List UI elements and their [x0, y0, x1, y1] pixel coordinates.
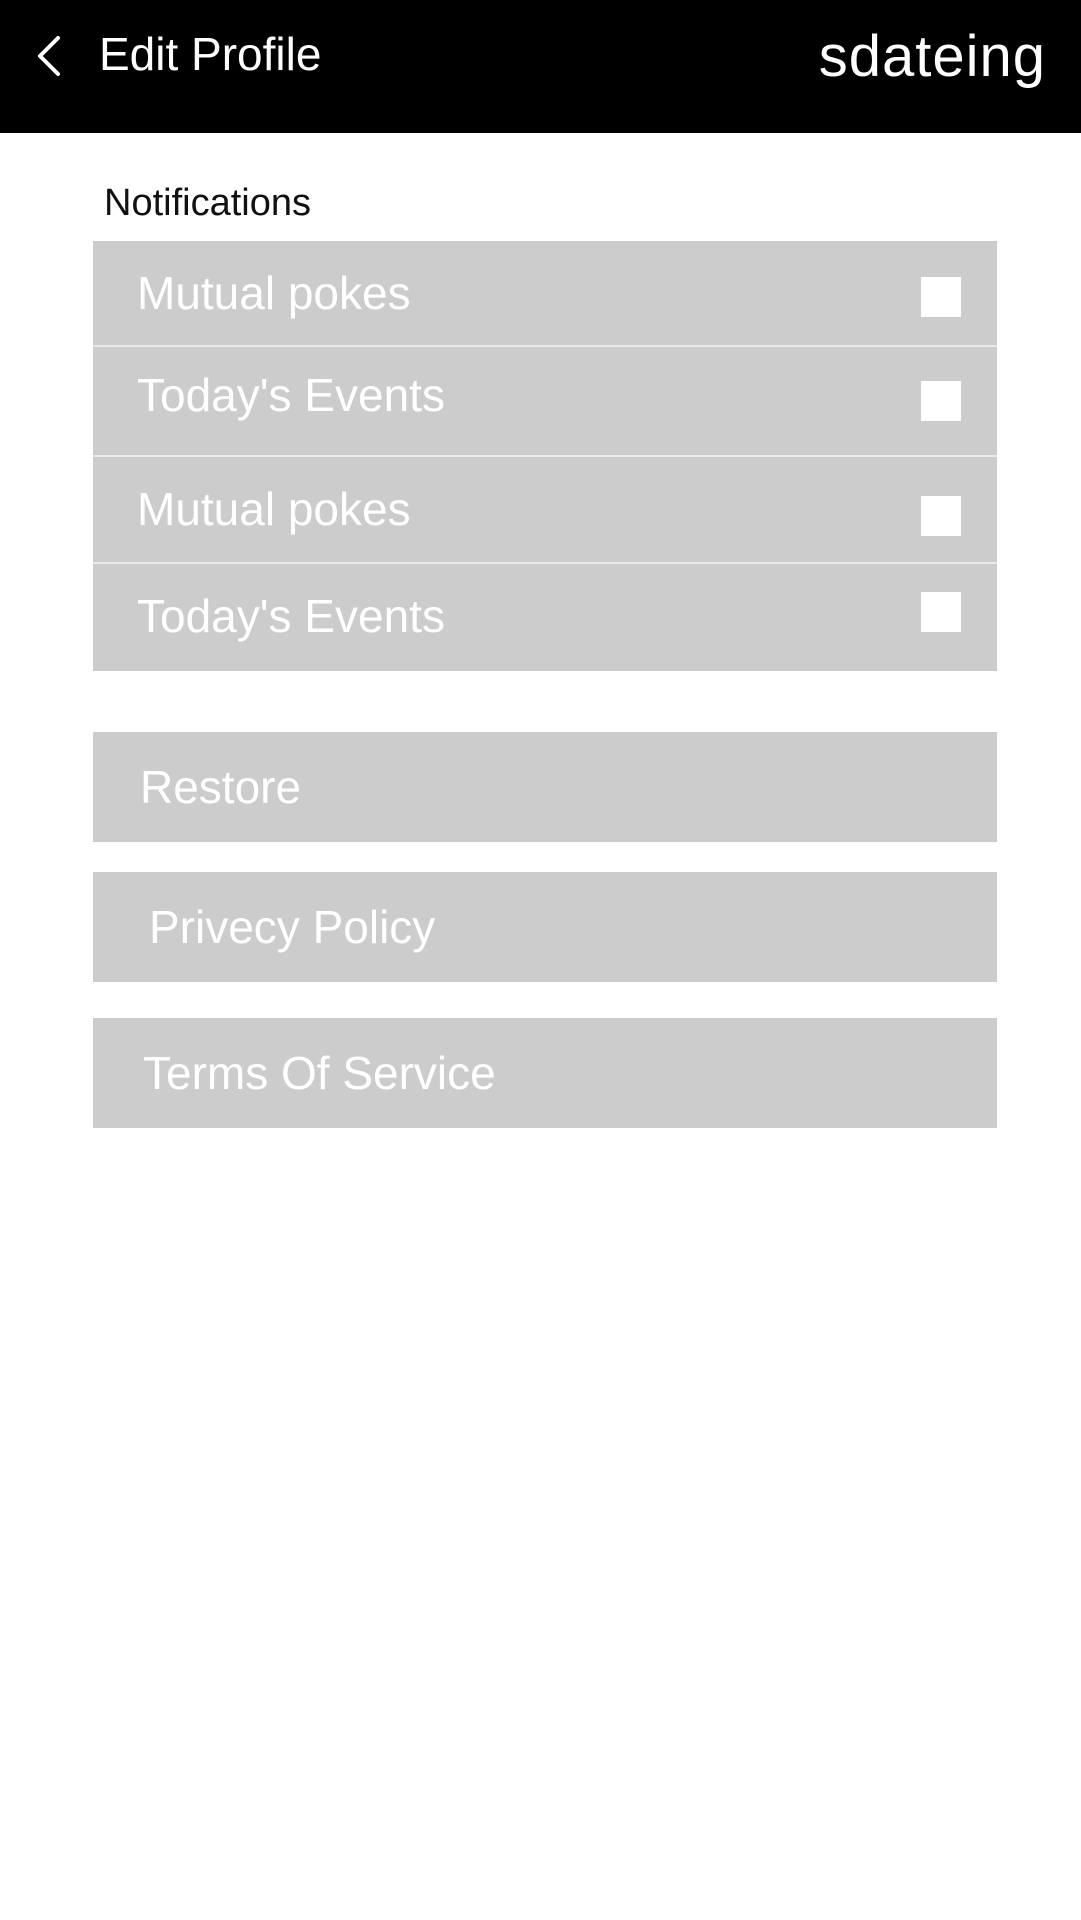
notification-item-label: Mutual pokes: [137, 483, 411, 535]
notification-item-label: Mutual pokes: [137, 267, 411, 319]
notification-item-todays-events[interactable]: Today's Events: [93, 564, 997, 671]
notification-item-label: Today's Events: [137, 369, 445, 421]
notification-item-todays-events[interactable]: Today's Events: [93, 347, 997, 455]
terms-of-service-button-label: Terms Of Service: [143, 1047, 496, 1099]
chevron-left-icon: [38, 36, 60, 76]
notification-item-mutual-pokes[interactable]: Mutual pokes: [93, 241, 997, 345]
back-button[interactable]: [22, 22, 82, 88]
restore-button-label: Restore: [140, 761, 302, 813]
notification-checkbox[interactable]: [921, 496, 961, 536]
notifications-group: Mutual pokes Today's Events Mutual pokes…: [93, 241, 997, 671]
notifications-section-label: Notifications: [104, 182, 311, 224]
privacy-policy-button-label: Privecy Policy: [149, 901, 436, 953]
notification-item-mutual-pokes[interactable]: Mutual pokes: [93, 457, 997, 562]
notification-checkbox[interactable]: [921, 277, 961, 317]
notification-item-label: Today's Events: [137, 590, 445, 642]
notification-checkbox[interactable]: [921, 381, 961, 421]
notification-checkbox[interactable]: [921, 592, 961, 632]
privacy-policy-button[interactable]: Privecy Policy: [93, 872, 997, 982]
restore-button[interactable]: Restore: [93, 732, 997, 842]
top-bar: Edit Profile sdateing: [0, 0, 1081, 133]
app-brand: sdateing: [818, 24, 1046, 89]
page-title: Edit Profile: [99, 28, 322, 80]
terms-of-service-button[interactable]: Terms Of Service: [93, 1018, 997, 1128]
